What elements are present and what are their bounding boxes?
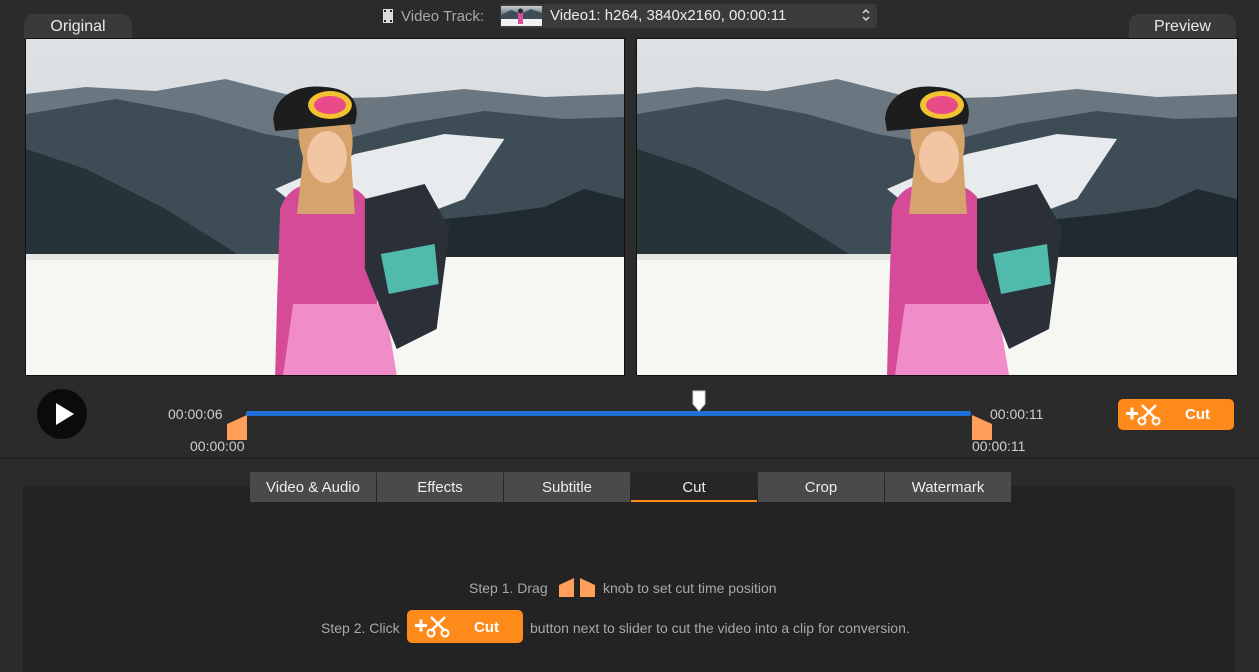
tab-video-audio[interactable]: Video & Audio [250,472,376,502]
step1-prefix: Step 1. Drag [469,580,548,596]
up-down-chevron-icon [862,8,870,22]
cut-start-knob[interactable] [227,415,247,440]
video-track-value: Video1: h264, 3840x2160, 00:00:11 [550,7,787,24]
cut-end-time: 00:00:11 [990,406,1044,422]
tab-crop[interactable]: Crop [758,472,884,502]
preview-video-view [636,38,1238,376]
step2-cut-label: Cut [474,619,499,636]
section-divider [0,458,1259,459]
original-video-frame [26,39,624,375]
scissors-plus-icon [1126,404,1161,426]
cut-button[interactable]: Cut [1118,399,1234,430]
preview-video-frame [637,39,1237,375]
playhead-handle[interactable] [692,390,706,412]
step2-prefix: Step 2. Click [321,620,400,636]
step2-suffix: button next to slider to cut the video i… [530,620,910,636]
tool-panel [23,486,1234,672]
cut-button-label: Cut [1185,406,1210,423]
video-track-thumbnail [501,6,542,26]
tab-subtitle[interactable]: Subtitle [504,472,630,502]
cut-end-knob[interactable] [972,415,992,440]
film-strip-icon [383,9,393,23]
play-icon [56,403,74,425]
step2-cut-button: Cut [407,610,523,643]
trim-knob-icon [559,578,595,597]
tab-watermark[interactable]: Watermark [885,472,1011,502]
video-track-label: Video Track: [401,8,485,25]
tab-cut[interactable]: Cut [631,472,757,502]
clip-start-time: 00:00:00 [190,438,245,454]
scissors-plus-icon [415,616,450,638]
tab-effects[interactable]: Effects [377,472,503,502]
original-label: Original [24,14,132,38]
clip-end-time: 00:00:11 [972,438,1026,454]
play-button[interactable] [37,389,87,439]
cut-start-time: 00:00:06 [168,406,223,422]
preview-label: Preview [1129,14,1236,38]
cut-slider-track[interactable] [246,411,971,416]
video-track-select[interactable]: Video1: h264, 3840x2160, 00:00:11 [500,4,877,28]
step1-suffix: knob to set cut time position [603,580,777,596]
original-video-view [25,38,625,376]
